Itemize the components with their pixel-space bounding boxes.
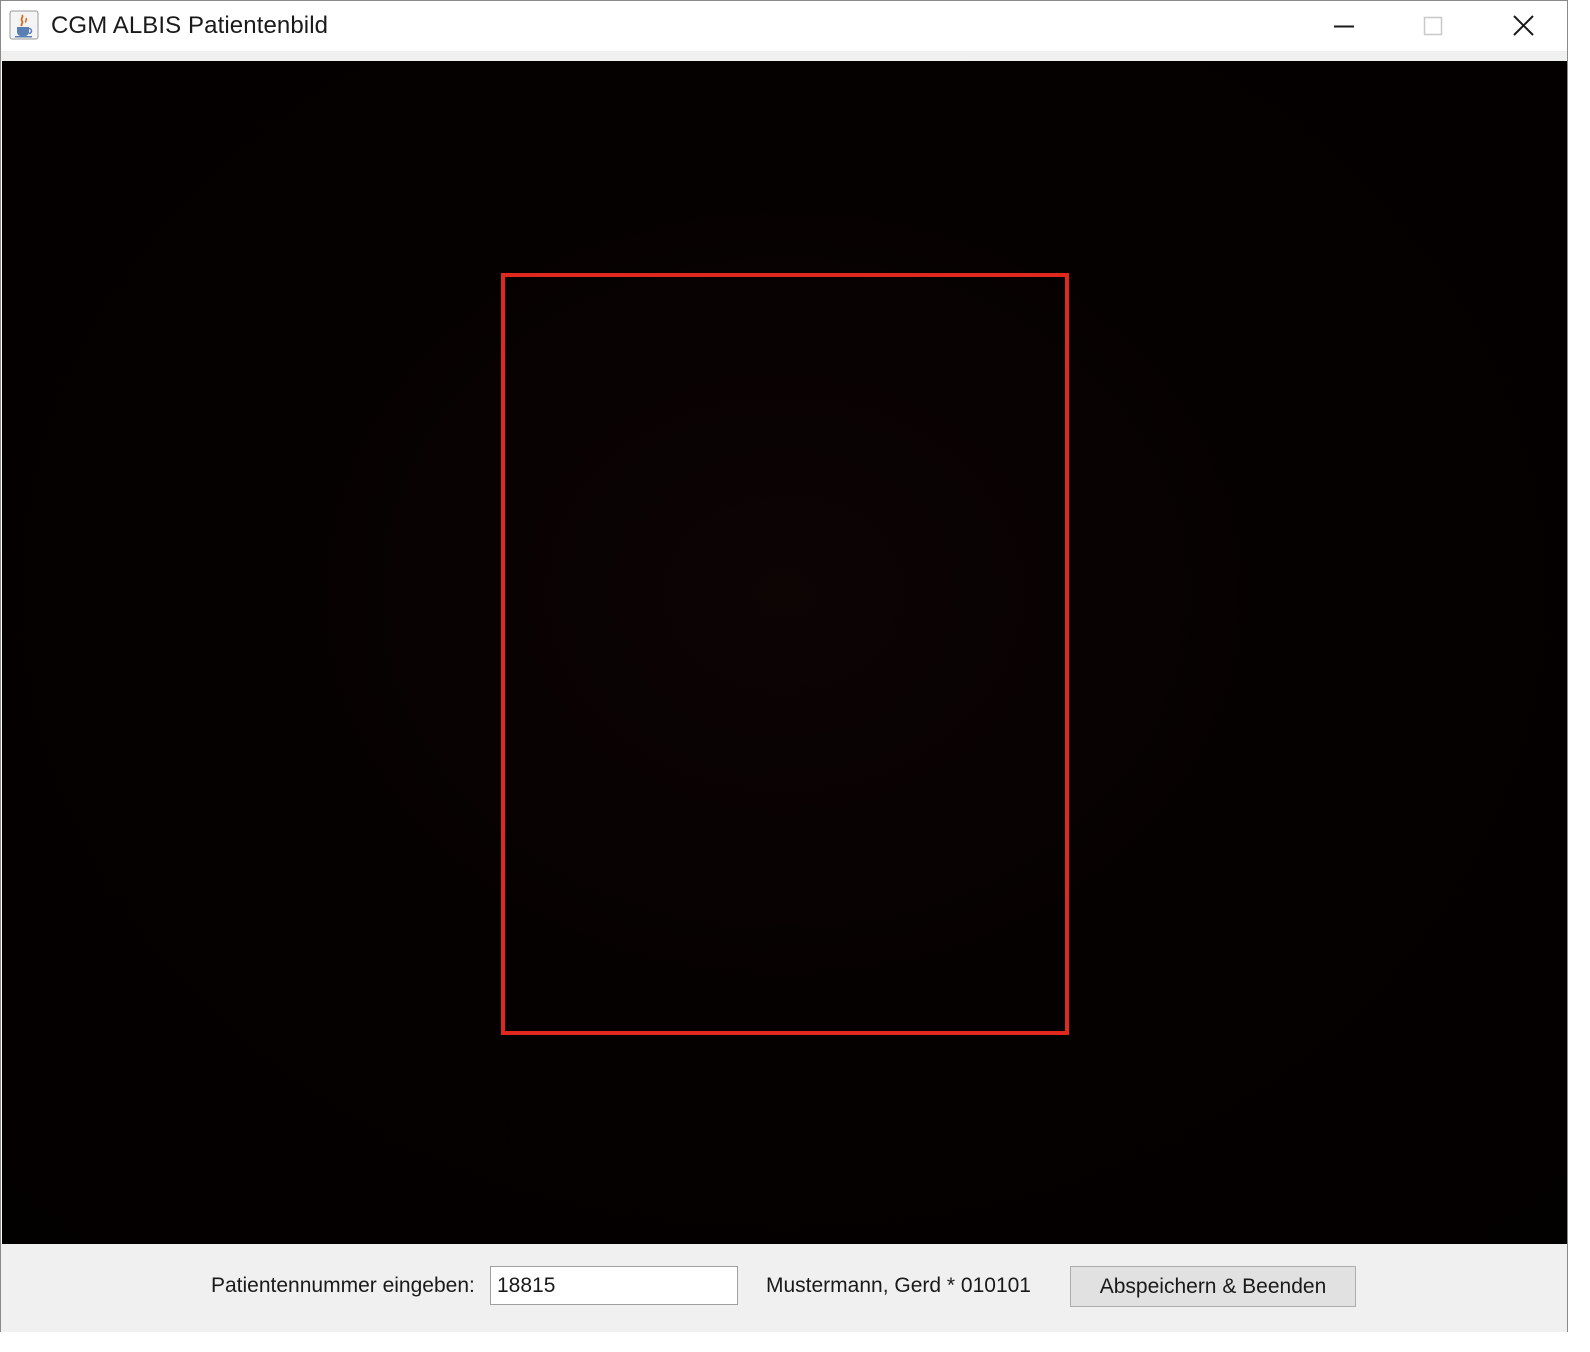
save-and-exit-button[interactable]: Abspeichern & Beenden (1070, 1266, 1356, 1307)
patient-number-label: Patientennummer eingeben: (211, 1274, 475, 1297)
desktop-strip (0, 1332, 1590, 1352)
minimize-icon (1334, 25, 1354, 28)
camera-preview (2, 61, 1567, 1244)
java-cup-icon (9, 10, 39, 40)
app-window: CGM ALBIS Patientenbild Patientennummer … (0, 0, 1568, 1334)
close-icon (1513, 15, 1534, 36)
minimize-button[interactable] (1299, 1, 1389, 51)
patient-info-text: Mustermann, Gerd * 010101 (766, 1274, 1031, 1297)
titlebar-separator (1, 51, 1567, 61)
close-button[interactable] (1479, 1, 1569, 51)
maximize-icon (1423, 16, 1443, 36)
window-title: CGM ALBIS Patientenbild (51, 12, 329, 39)
patient-number-input[interactable] (490, 1266, 738, 1305)
maximize-button[interactable] (1389, 1, 1479, 51)
footer-bar: Patientennummer eingeben: Mustermann, Ge… (1, 1244, 1567, 1333)
title-bar[interactable]: CGM ALBIS Patientenbild (1, 1, 1567, 51)
face-guide-frame (501, 273, 1069, 1035)
